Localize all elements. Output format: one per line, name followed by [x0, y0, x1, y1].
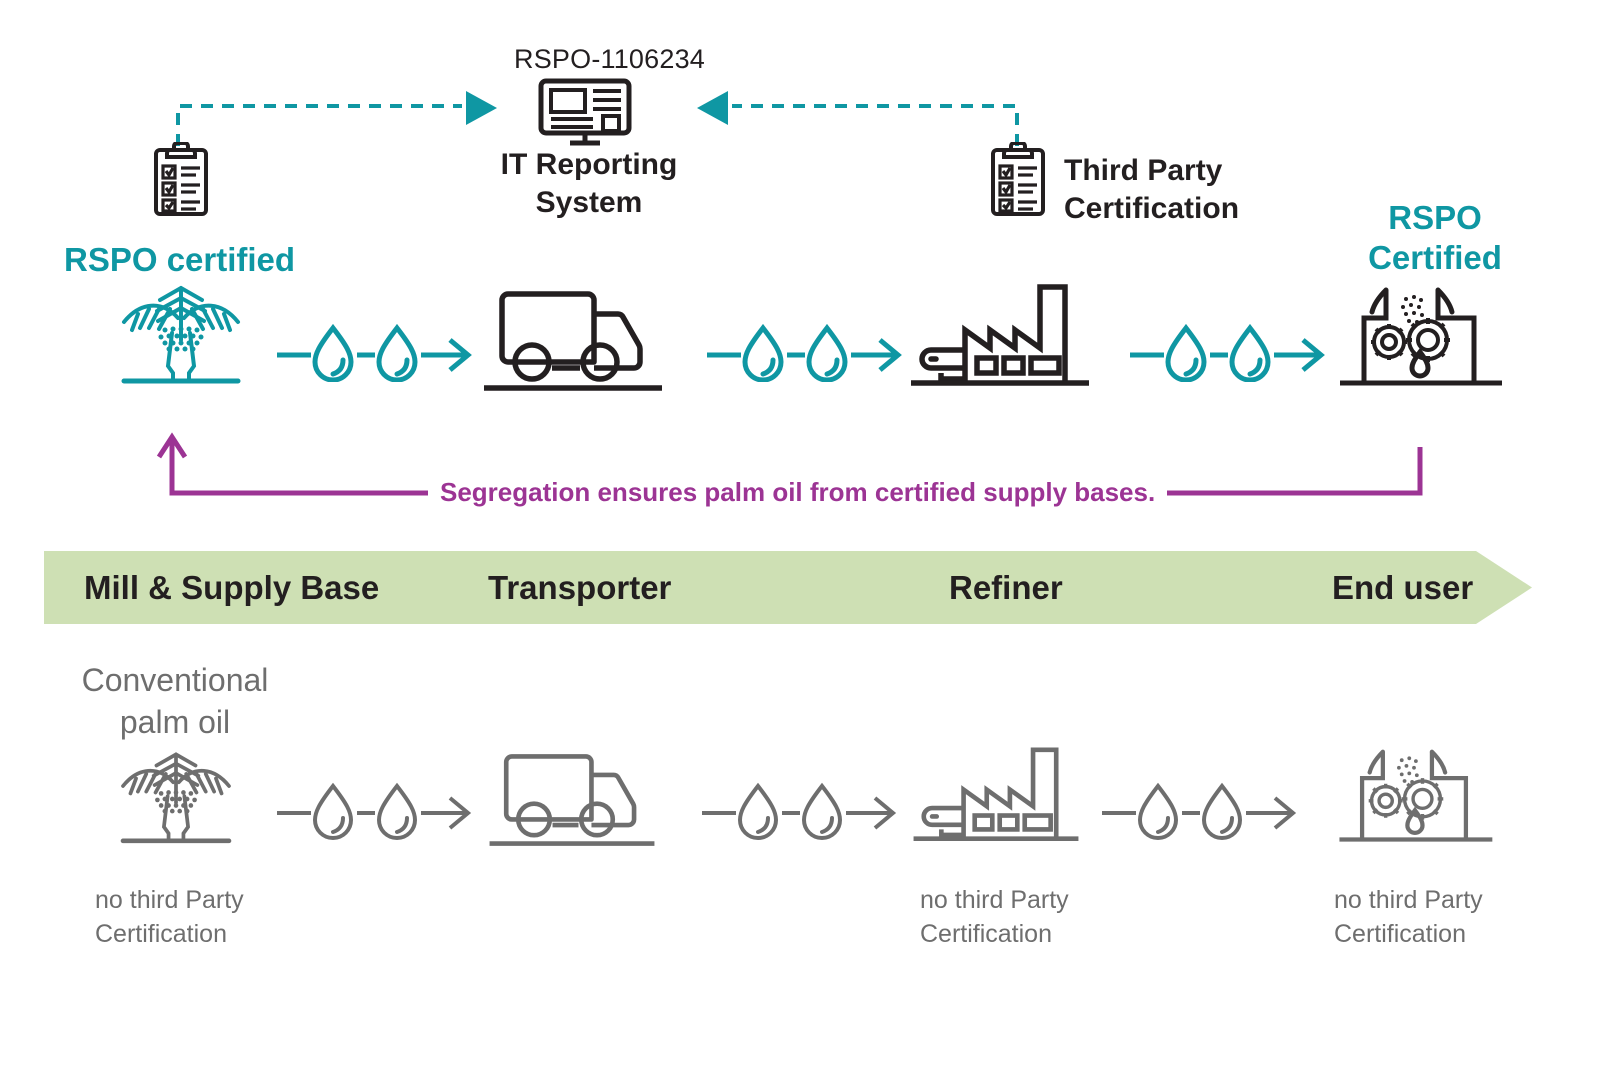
processing-plant-icon — [1340, 287, 1502, 386]
stage-label-refiner: Refiner — [949, 568, 1063, 606]
rspo-certified-source-label: RSPO certified — [64, 241, 296, 278]
palm-tree-icon — [121, 286, 241, 384]
third-party-certification-label: Third Party Certification — [1064, 154, 1240, 226]
truck-icon — [484, 291, 662, 391]
segregation-note: Segregation ensures palm oil from certif… — [428, 477, 1168, 508]
it-reporting-system-label: IT Reporting System — [500, 148, 678, 220]
stage-banner: Mill & Supply Base Transporter Refiner E… — [44, 551, 1532, 624]
oil-droplet-flow-arrow — [707, 323, 902, 382]
no-certification-caption: no third Party Certification — [920, 886, 1069, 948]
dashed-arrow-left — [697, 91, 1019, 146]
dashed-arrow-right — [176, 91, 497, 146]
factory-icon — [911, 284, 1089, 386]
factory-icon — [913, 747, 1079, 841]
oil-droplet-flow-arrow — [1130, 323, 1325, 382]
rspo-certified-end-label: RSPO Certified — [1368, 199, 1502, 277]
conventional-source-label: Conventional palm oil — [81, 662, 269, 740]
certificate-id: RSPO-1106234 — [514, 44, 706, 74]
truck-icon — [489, 754, 655, 846]
supply-chain-diagram: RSPO-1106234 IT Reporting System Third P… — [0, 0, 1606, 1070]
clipboard-checklist-icon — [991, 142, 1045, 216]
monitor-report-icon — [538, 78, 632, 146]
stage-label-end-user: End user — [1332, 568, 1474, 606]
no-certification-caption: no third Party Certification — [1334, 886, 1483, 948]
oil-droplet-flow-arrow — [277, 782, 472, 840]
palm-tree-icon — [120, 752, 232, 844]
stage-label-mill: Mill & Supply Base — [84, 568, 380, 606]
clipboard-checklist-icon — [154, 142, 208, 216]
no-certification-caption: no third Party Certification — [95, 886, 244, 948]
oil-droplet-flow-arrow — [702, 782, 897, 840]
stage-label-transporter: Transporter — [488, 568, 672, 606]
processing-plant-icon — [1339, 749, 1493, 842]
oil-droplet-flow-arrow — [277, 323, 472, 382]
oil-droplet-flow-arrow — [1102, 782, 1297, 840]
